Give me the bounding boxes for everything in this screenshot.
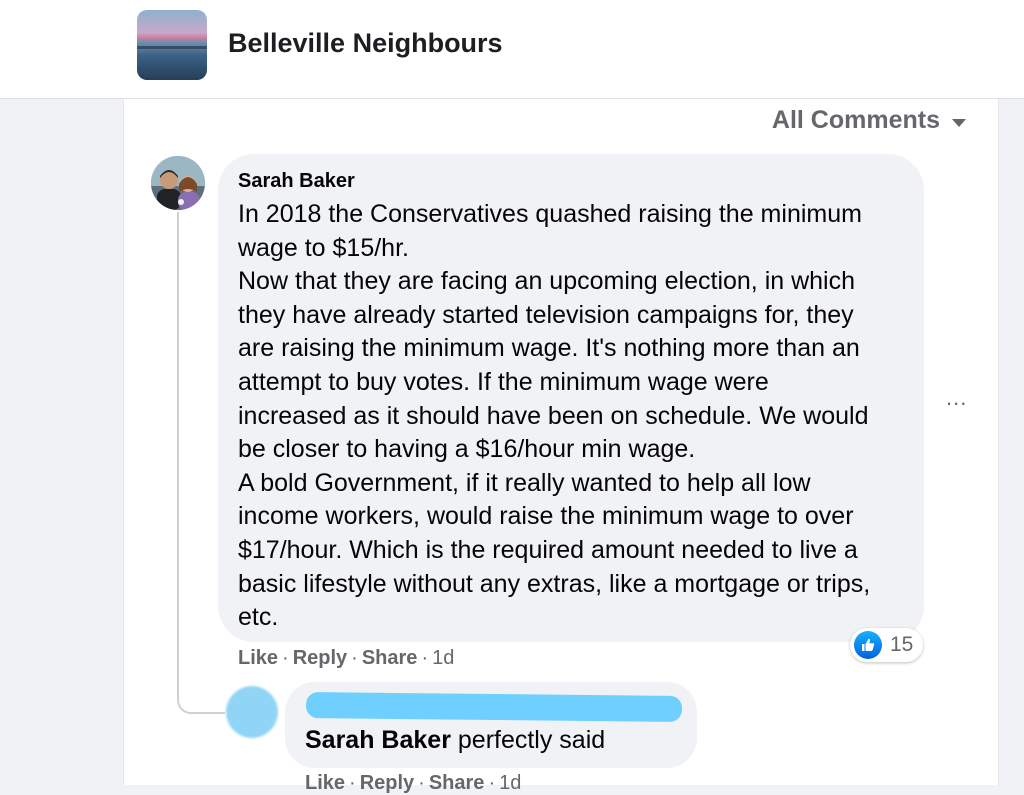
like-icon	[854, 631, 882, 659]
reply-share-link[interactable]: Share	[429, 772, 485, 794]
group-thumbnail[interactable]	[137, 10, 207, 80]
reply-reply-link[interactable]: Reply	[360, 772, 414, 794]
reply-like-link[interactable]: Like	[305, 772, 345, 794]
separator: ·	[351, 647, 358, 669]
like-link[interactable]: Like	[238, 647, 278, 669]
reply-actions: Like · Reply · Share · 1d	[305, 772, 521, 795]
profile-photo-icon	[151, 156, 205, 210]
comment-line: income workers, would raise the minimum …	[238, 502, 854, 531]
separator: ·	[349, 772, 356, 794]
all-comments-dropdown[interactable]: All Comments	[772, 106, 966, 135]
comment-line: basic lifestyle without any extras, like…	[238, 569, 871, 598]
separator: ·	[282, 647, 289, 669]
separator: ·	[488, 772, 496, 794]
group-header: Belleville Neighbours	[0, 0, 1024, 99]
reply-timestamp[interactable]: 1d	[499, 772, 521, 794]
thread-line	[177, 212, 179, 702]
reply-text: Sarah Baker perfectly said	[305, 726, 605, 755]
comment-line: be closer to having a $16/hour min wage.	[238, 435, 696, 464]
avatar[interactable]	[151, 156, 205, 210]
comment-line: etc.	[238, 603, 279, 632]
thumbnail-shoreline	[137, 46, 207, 49]
reaction-count-pill[interactable]: 15	[850, 628, 924, 662]
comment-line: Now that they are facing an upcoming ele…	[238, 267, 856, 296]
caret-down-icon	[952, 118, 966, 127]
reply-mention[interactable]: Sarah Baker	[305, 726, 451, 754]
reply-body: perfectly said	[450, 726, 606, 754]
comment-line: increased as it should have been on sche…	[238, 401, 869, 430]
more-options-icon[interactable]: ...	[946, 387, 967, 409]
comment-actions: Like · Reply · Share · 1d	[238, 647, 454, 670]
comment-line: they have already started television cam…	[238, 300, 854, 329]
comment-line: wage to $15/hr.	[238, 233, 409, 262]
comment-line: attempt to buy votes. If the minimum wag…	[238, 367, 769, 396]
separator: ·	[418, 772, 425, 794]
reply-avatar[interactable]	[226, 686, 278, 738]
comment-line: are raising the minimum wage. It's nothi…	[238, 334, 860, 363]
comment-text: In 2018 the Conservatives quashed raisin…	[238, 198, 914, 635]
comment-author[interactable]: Sarah Baker	[238, 170, 355, 193]
separator: ·	[421, 647, 429, 669]
thread-connector	[177, 660, 225, 714]
comment-line: A bold Government, if it really wanted t…	[238, 468, 811, 497]
redacted-author-name	[305, 692, 683, 722]
group-title[interactable]: Belleville Neighbours	[228, 28, 503, 59]
all-comments-label: All Comments	[771, 106, 940, 134]
comment-line: In 2018 the Conservatives quashed raisin…	[238, 200, 862, 228]
comment-timestamp[interactable]: 1d	[432, 647, 454, 669]
reaction-count: 15	[890, 633, 914, 656]
reply-link[interactable]: Reply	[293, 647, 347, 669]
comment-line: $17/hour. Which is the required amount n…	[238, 535, 858, 564]
share-link[interactable]: Share	[362, 647, 418, 669]
